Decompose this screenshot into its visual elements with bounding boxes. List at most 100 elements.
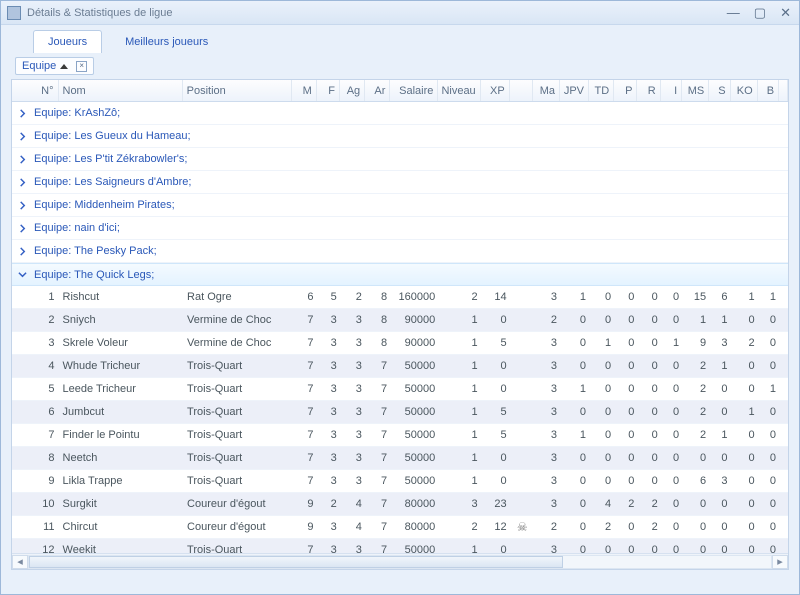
cell-nom: Skrele Voleur — [59, 332, 183, 354]
col-num[interactable]: N° — [30, 80, 59, 101]
scroll-right-button[interactable]: ▸ — [772, 555, 788, 569]
cell-num: 3 — [30, 332, 59, 354]
cell-ms: 2 — [683, 424, 710, 446]
grid-body: Equipe: KrAshZô;Equipe: Les Gueux du Ham… — [12, 102, 788, 553]
chevron-right-icon — [16, 222, 28, 234]
scroll-left-button[interactable]: ◂ — [12, 555, 28, 569]
group-row[interactable]: Equipe: nain d'ici; — [12, 217, 788, 240]
table-row[interactable]: 3Skrele VoleurVermine de Choc73389000015… — [12, 332, 788, 355]
col-s[interactable]: S — [709, 80, 730, 101]
col-b[interactable]: B — [758, 80, 779, 101]
col-status-icon[interactable] — [510, 80, 533, 101]
cell-expander — [12, 539, 30, 553]
tab-meilleurs-joueurs[interactable]: Meilleurs joueurs — [110, 30, 223, 53]
col-niveau[interactable]: Niveau — [438, 80, 480, 101]
table-row[interactable]: 1RishcutRat Ogre652816000021431000015611 — [12, 286, 788, 309]
cell-m: 9 — [292, 493, 317, 515]
cell-m: 9 — [292, 516, 317, 538]
col-p[interactable]: P — [614, 80, 637, 101]
scroll-track[interactable] — [28, 555, 772, 569]
cell-status — [511, 424, 534, 446]
cell-tail — [780, 309, 788, 331]
cell-salaire: 50000 — [391, 378, 439, 400]
cell-f: 3 — [317, 539, 340, 553]
cell-r: 0 — [638, 447, 661, 469]
maximize-button[interactable]: ▢ — [754, 5, 766, 21]
table-row[interactable]: 6JumbcutTrois-Quart733750000153000002010 — [12, 401, 788, 424]
group-row[interactable]: Equipe: Middenheim Pirates; — [12, 194, 788, 217]
cell-i: 0 — [662, 516, 683, 538]
cell-niveau: 1 — [439, 332, 481, 354]
app-icon — [7, 6, 21, 20]
col-jpv[interactable]: JPV — [560, 80, 589, 101]
group-label: Equipe: nain d'ici; — [34, 222, 120, 234]
cell-jpv: 0 — [561, 355, 590, 377]
table-row[interactable]: 8NeetchTrois-Quart733750000103000000000 — [12, 447, 788, 470]
table-row[interactable]: 12WeekitTrois-Quart733750000103000000000 — [12, 539, 788, 553]
table-row[interactable]: 10SurgkitCoureur d'égout9247800003233042… — [12, 493, 788, 516]
table-row[interactable]: 4Whude TricheurTrois-Quart73375000010300… — [12, 355, 788, 378]
table-row[interactable]: 11ChircutCoureur d'égout934780000212☠202… — [12, 516, 788, 539]
tab-joueurs[interactable]: Joueurs — [33, 30, 102, 53]
group-row[interactable]: Equipe: KrAshZô; — [12, 102, 788, 125]
cell-b: 1 — [759, 286, 780, 308]
col-ar[interactable]: Ar — [365, 80, 390, 101]
cell-tail — [780, 470, 788, 492]
group-row[interactable]: Equipe: Les Saigneurs d'Ambre; — [12, 171, 788, 194]
col-i[interactable]: I — [661, 80, 682, 101]
cell-i: 0 — [662, 447, 683, 469]
table-row[interactable]: 2SniychVermine de Choc733890000102000001… — [12, 309, 788, 332]
cell-ag: 3 — [341, 378, 366, 400]
cell-ko: 0 — [732, 447, 759, 469]
group-row[interactable]: Equipe: The Pesky Pack; — [12, 240, 788, 263]
col-salaire[interactable]: Salaire — [390, 80, 438, 101]
cell-ms: 2 — [683, 355, 710, 377]
cell-jpv: 0 — [561, 493, 590, 515]
cell-s: 1 — [710, 424, 731, 446]
group-row[interactable]: Equipe: The Quick Legs; — [12, 263, 788, 286]
group-row[interactable]: Equipe: Les P'tit Zékrabowler's; — [12, 148, 788, 171]
cell-salaire: 50000 — [391, 539, 439, 553]
col-m[interactable]: M — [292, 80, 317, 101]
col-ko[interactable]: KO — [731, 80, 758, 101]
cell-ag: 3 — [341, 309, 366, 331]
cell-ma: 3 — [534, 424, 561, 446]
col-f[interactable]: F — [317, 80, 340, 101]
scroll-thumb[interactable] — [29, 556, 563, 568]
cell-b: 0 — [759, 470, 780, 492]
cell-nom: Likla Trappe — [59, 470, 183, 492]
table-row[interactable]: 5Leede TricheurTrois-Quart73375000010310… — [12, 378, 788, 401]
table-row[interactable]: 7Finder le PointuTrois-Quart733750000153… — [12, 424, 788, 447]
group-row[interactable]: Equipe: Les Gueux du Hameau; — [12, 125, 788, 148]
cell-r: 0 — [638, 401, 661, 423]
cell-b: 1 — [759, 378, 780, 400]
close-button[interactable]: ✕ — [780, 5, 791, 21]
minimize-button[interactable]: — — [727, 5, 740, 21]
col-td[interactable]: TD — [589, 80, 614, 101]
cell-s: 0 — [710, 378, 731, 400]
col-xp[interactable]: XP — [481, 80, 510, 101]
col-ma[interactable]: Ma — [533, 80, 560, 101]
cell-status — [511, 286, 534, 308]
cell-niveau: 1 — [439, 378, 481, 400]
chevron-down-icon — [16, 269, 28, 281]
cell-i: 0 — [662, 309, 683, 331]
horizontal-scrollbar[interactable]: ◂ ▸ — [12, 553, 788, 569]
col-position[interactable]: Position — [183, 80, 292, 101]
cell-status — [511, 332, 534, 354]
cell-expander — [12, 401, 30, 423]
tabbar: Joueurs Meilleurs joueurs — [1, 25, 799, 53]
cell-salaire: 80000 — [391, 493, 439, 515]
col-ms[interactable]: MS — [682, 80, 709, 101]
col-expander — [12, 80, 30, 101]
cell-p: 2 — [615, 493, 638, 515]
cell-tail — [780, 355, 788, 377]
group-by-panel[interactable]: Equipe × — [1, 53, 799, 79]
cell-ms: 15 — [683, 286, 710, 308]
col-ag[interactable]: Ag — [340, 80, 365, 101]
table-row[interactable]: 9Likla TrappeTrois-Quart7337500001030000… — [12, 470, 788, 493]
col-r[interactable]: R — [637, 80, 660, 101]
col-nom[interactable]: Nom — [59, 80, 183, 101]
close-icon[interactable]: × — [76, 61, 87, 72]
group-chip-equipe[interactable]: Equipe × — [15, 57, 94, 75]
